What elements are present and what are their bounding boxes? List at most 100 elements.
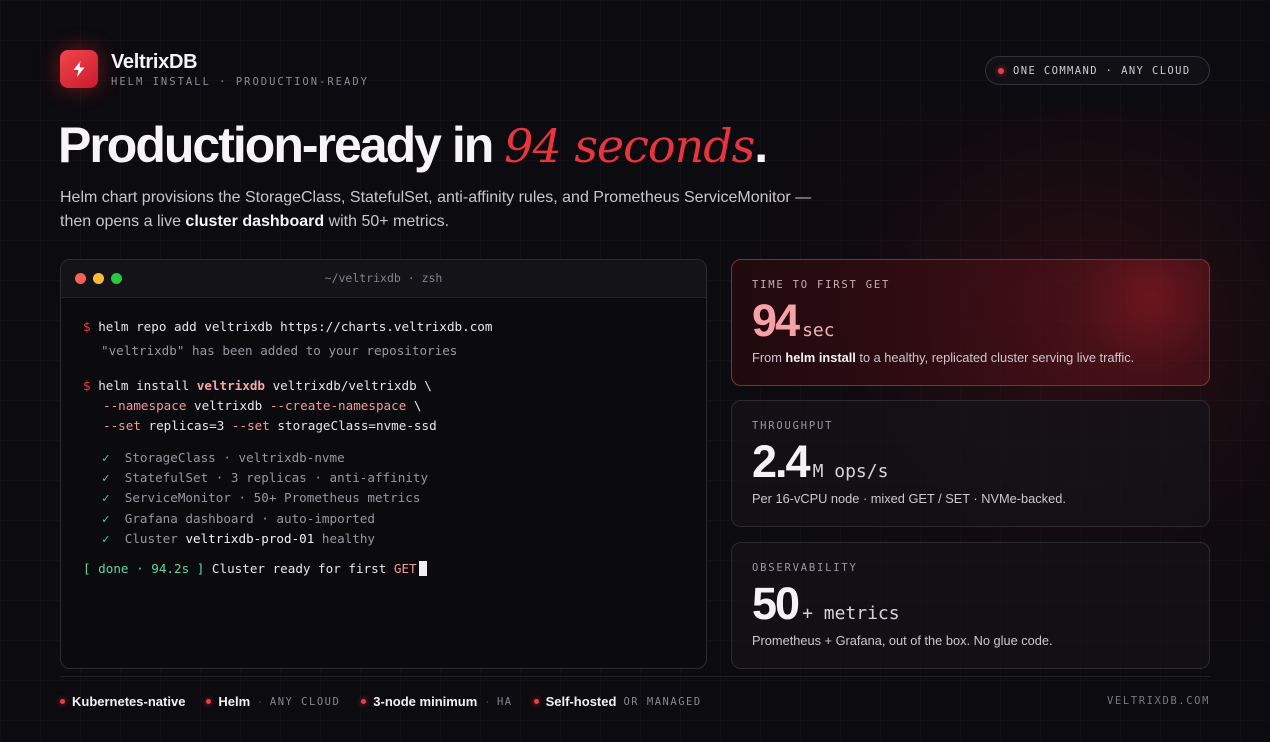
- stat-card-time-to-first-get: TIME TO FIRST GET 94 sec From helm instal…: [731, 259, 1210, 386]
- check-icon: ✓: [102, 450, 110, 465]
- footer-divider: [60, 676, 1210, 677]
- footer-item-muted: OR MANAGED: [623, 695, 702, 708]
- site-link[interactable]: VELTRIXDB.COM: [1107, 695, 1210, 707]
- footer-features: Kubernetes-native Helm · ANY CLOUD 3-nod…: [60, 694, 723, 709]
- footer-item: Self-hosted OR MANAGED: [533, 694, 702, 709]
- done-text: Cluster ready for first: [204, 561, 394, 576]
- card-number: 2.4: [752, 436, 811, 487]
- flag-value: veltrixdb: [186, 398, 270, 413]
- terminal-titlebar: ~/veltrixdb · zsh: [61, 260, 706, 298]
- check-text: StatefulSet · 3 replicas · anti-affinity: [124, 470, 429, 485]
- command-text: helm repo add veltrixdb https://charts.v…: [98, 319, 493, 334]
- terminal-window[interactable]: ~/veltrixdb · zsh $ helm repo add veltri…: [60, 259, 707, 669]
- footer-item: Helm · ANY CLOUD: [206, 694, 340, 709]
- card-unit: sec: [802, 320, 835, 341]
- desc-text: to a healthy, replicated cluster serving…: [855, 350, 1135, 365]
- desc-bold: helm install: [785, 350, 856, 365]
- card-description: Prometheus + Grafana, out of the box. No…: [752, 633, 1053, 648]
- flag-set: --set: [231, 418, 270, 433]
- subtitle-part2: with 50+ metrics.: [324, 213, 450, 230]
- bolt-icon: [60, 50, 98, 88]
- card-label: OBSERVABILITY: [752, 562, 858, 574]
- footer-separator: ·: [258, 695, 262, 708]
- footer-item-label: 3-node minimum: [373, 694, 478, 709]
- footer-item-label: Helm: [218, 694, 251, 709]
- flag-value: storageClass=nvme-ssd: [269, 418, 437, 433]
- card-number: 94: [752, 295, 800, 346]
- footer-item-muted: HA: [496, 695, 513, 708]
- flag-set: --set: [103, 418, 141, 433]
- check-icon: ✓: [102, 531, 110, 546]
- stat-card-observability: OBSERVABILITY 50 + metrics Prometheus + G…: [731, 542, 1210, 669]
- brand-text: VeltrixDB HELM INSTALL · PRODUCTION-READ…: [111, 51, 369, 88]
- status-dot-icon: [998, 67, 1004, 74]
- bullet-dot-icon: [533, 699, 539, 704]
- bullet-dot-icon: [361, 699, 367, 704]
- brand[interactable]: VeltrixDB HELM INSTALL · PRODUCTION-READ…: [60, 50, 369, 88]
- line-continuation: \: [406, 398, 422, 413]
- terminal-output-line: "veltrixdb" has been added to your repos…: [101, 343, 458, 358]
- brand-name: VeltrixDB: [111, 50, 198, 73]
- brand-tagline: HELM INSTALL · PRODUCTION-READY: [111, 75, 369, 88]
- check-text: ServiceMonitor · 50+ Prometheus metrics: [124, 490, 421, 505]
- check-line: ✓ Cluster veltrixdb-prod-01 healthy: [102, 531, 375, 546]
- terminal-cursor: [418, 561, 427, 576]
- prompt-symbol: $: [83, 319, 91, 334]
- check-icon: ✓: [102, 490, 110, 505]
- check-line: ✓ ServiceMonitor · 50+ Prometheus metric…: [102, 490, 420, 505]
- card-value: 50 + metrics: [752, 581, 1189, 627]
- prompt-symbol: $: [83, 378, 91, 393]
- card-label: THROUGHPUT: [752, 420, 834, 432]
- check-line: ✓ StatefulSet · 3 replicas · anti-affini…: [102, 470, 428, 485]
- card-number: 50: [752, 578, 800, 629]
- check-line: ✓ Grafana dashboard · auto-imported: [102, 511, 375, 526]
- footer-item-label: Self-hosted: [545, 694, 617, 709]
- terminal-command-install: $ helm install veltrixdb veltrixdb/veltr…: [83, 378, 432, 393]
- footer-separator: ·: [485, 695, 489, 708]
- footer-item-muted: ANY CLOUD: [269, 695, 341, 708]
- stat-card-throughput: THROUGHPUT 2.4 M ops/s Per 16-vCPU node ·…: [731, 400, 1210, 527]
- card-value: 2.4 M ops/s: [752, 439, 1189, 485]
- flag-namespace: --namespace: [103, 398, 187, 413]
- subtitle-bold: cluster dashboard: [185, 213, 325, 230]
- check-icon: ✓: [102, 470, 110, 485]
- terminal-title: ~/veltrixdb · zsh: [324, 271, 443, 285]
- page-title: Production-ready in 94 seconds.: [58, 116, 768, 174]
- card-unit: + metrics: [802, 603, 900, 624]
- flag-create-namespace: --create-namespace: [269, 398, 407, 413]
- headline-suffix: .: [754, 117, 768, 173]
- bullet-dot-icon: [60, 699, 65, 704]
- bullet-dot-icon: [206, 699, 212, 704]
- flag-value: replicas=3: [140, 418, 232, 433]
- done-get: GET: [393, 561, 417, 576]
- footer-item: 3-node minimum · HA: [361, 694, 512, 709]
- terminal-done-line: [ done · 94.2s ] Cluster ready for first…: [83, 561, 427, 576]
- card-label: TIME TO FIRST GET: [752, 279, 891, 291]
- deployment-pill: ONE COMMAND · ANY CLOUD: [985, 56, 1210, 85]
- footer-item: Kubernetes-native: [60, 694, 185, 709]
- desc-text: From: [752, 350, 786, 365]
- terminal-flag-line: --set replicas=3 --set storageClass=nvme…: [103, 418, 437, 433]
- card-unit: M ops/s: [812, 461, 889, 482]
- check-line: ✓ StorageClass · veltrixdb-nvme: [102, 450, 345, 465]
- headline-accent: 94 seconds: [504, 119, 755, 173]
- card-description: Per 16-vCPU node · mixed GET / SET · NVM…: [752, 491, 1066, 506]
- check-text: StorageClass · veltrixdb-nvme: [124, 450, 345, 465]
- card-value: 94 sec: [752, 298, 1189, 344]
- command-text: veltrixdb/veltrixdb \: [265, 378, 432, 393]
- headline-prefix: Production-ready in: [58, 117, 505, 173]
- command-text: helm install: [98, 378, 197, 393]
- terminal-command-repo-add: $ helm repo add veltrixdb https://charts…: [83, 319, 492, 334]
- check-text: healthy: [314, 531, 376, 546]
- pill-text: ONE COMMAND · ANY CLOUD: [1013, 64, 1191, 77]
- footer-item-label: Kubernetes-native: [72, 694, 186, 709]
- check-icon: ✓: [102, 511, 110, 526]
- check-text: Grafana dashboard · auto-imported: [124, 511, 375, 526]
- done-tag: [ done · 94.2s ]: [83, 561, 205, 576]
- check-text: Cluster: [124, 531, 186, 546]
- page-subtitle: Helm chart provisions the StorageClass, …: [60, 186, 820, 234]
- release-name: veltrixdb: [196, 378, 266, 393]
- card-description: From helm install to a healthy, replicat…: [752, 350, 1189, 365]
- terminal-flag-line: --namespace veltrixdb --create-namespace…: [103, 398, 421, 413]
- cluster-name: veltrixdb-prod-01: [185, 531, 315, 546]
